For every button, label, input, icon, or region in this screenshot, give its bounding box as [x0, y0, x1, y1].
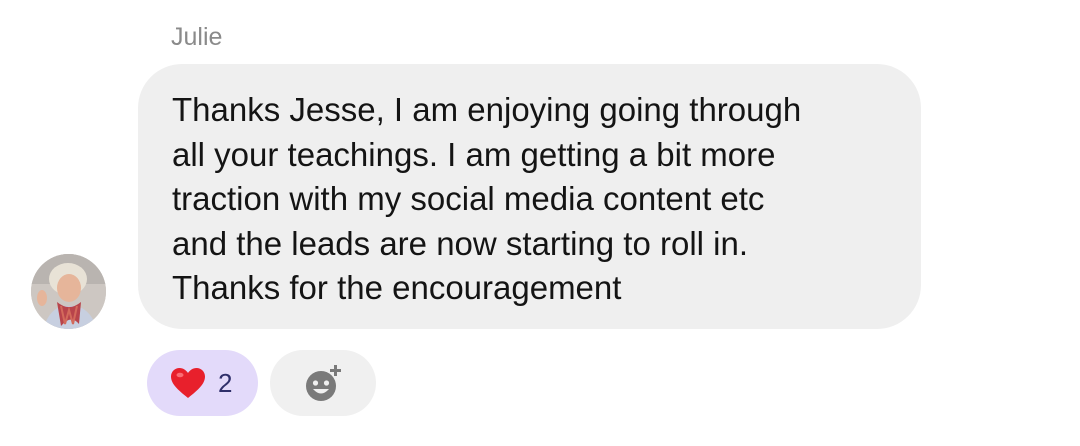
message-line: all your teachings. I am getting a bit m…: [172, 135, 776, 173]
message-line: and the leads are now starting to roll i…: [172, 224, 749, 262]
message-text: Thanks Jesse, I am enjoying going throug…: [172, 88, 901, 311]
sender-name: Julie: [171, 23, 223, 51]
reaction-bar: 2: [147, 350, 376, 416]
heart-reaction-button[interactable]: 2: [147, 350, 258, 416]
avatar-photo: [31, 254, 106, 329]
add-reaction-icon: [306, 365, 341, 401]
message-line: traction with my social media content et…: [172, 180, 765, 217]
message-bubble[interactable]: Thanks Jesse, I am enjoying going throug…: [138, 64, 921, 329]
message-line: Thanks Jesse, I am enjoying going throug…: [172, 91, 802, 128]
message-line: Thanks for the encouragement: [172, 269, 622, 306]
avatar[interactable]: [31, 254, 106, 329]
add-reaction-button[interactable]: [270, 350, 376, 416]
chat-message: Julie Thanks Jesse, I am enjoying going …: [0, 0, 1080, 446]
heart-reaction-count: 2: [218, 367, 233, 398]
heart-icon: [171, 368, 205, 398]
